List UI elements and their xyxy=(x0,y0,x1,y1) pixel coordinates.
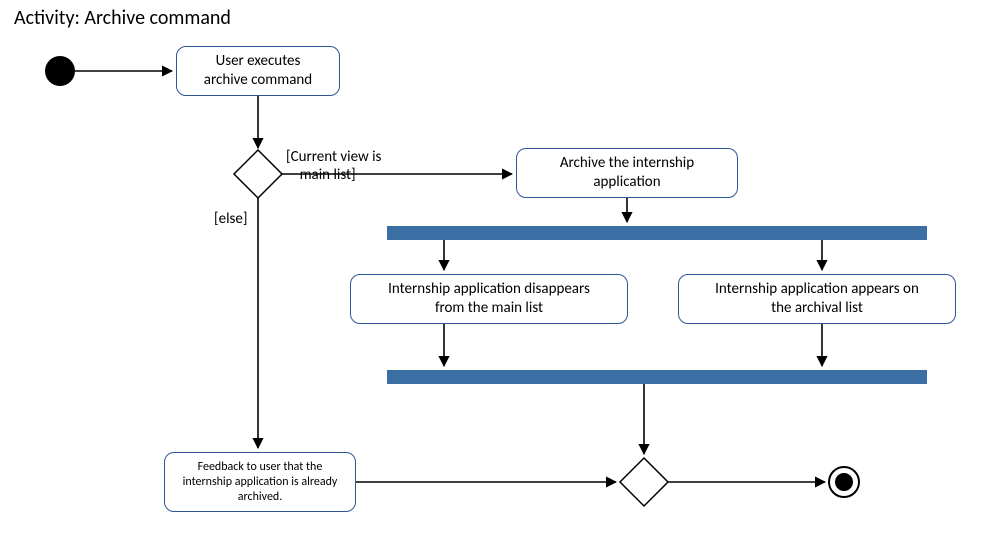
activity-archive-application: Archive the internship application xyxy=(516,148,738,198)
fork-bar xyxy=(387,226,927,240)
activity-appear-archive: Internship application appears on the ar… xyxy=(678,274,956,324)
activity-disappear-main: Internship application disappears from t… xyxy=(350,274,628,324)
guard-main-list: [Current view is main list] xyxy=(286,148,381,184)
activity-feedback-already-archived: Feedback to user that the internship app… xyxy=(164,452,356,512)
activity-user-executes: User executes archive command xyxy=(176,46,340,96)
join-bar xyxy=(387,370,927,384)
guard-else: [else] xyxy=(214,210,247,228)
final-node xyxy=(829,467,859,497)
decision-diamond xyxy=(234,150,282,198)
initial-node xyxy=(45,56,75,86)
merge-diamond xyxy=(620,458,668,506)
diagram-title: Activity: Archive command xyxy=(14,6,231,30)
